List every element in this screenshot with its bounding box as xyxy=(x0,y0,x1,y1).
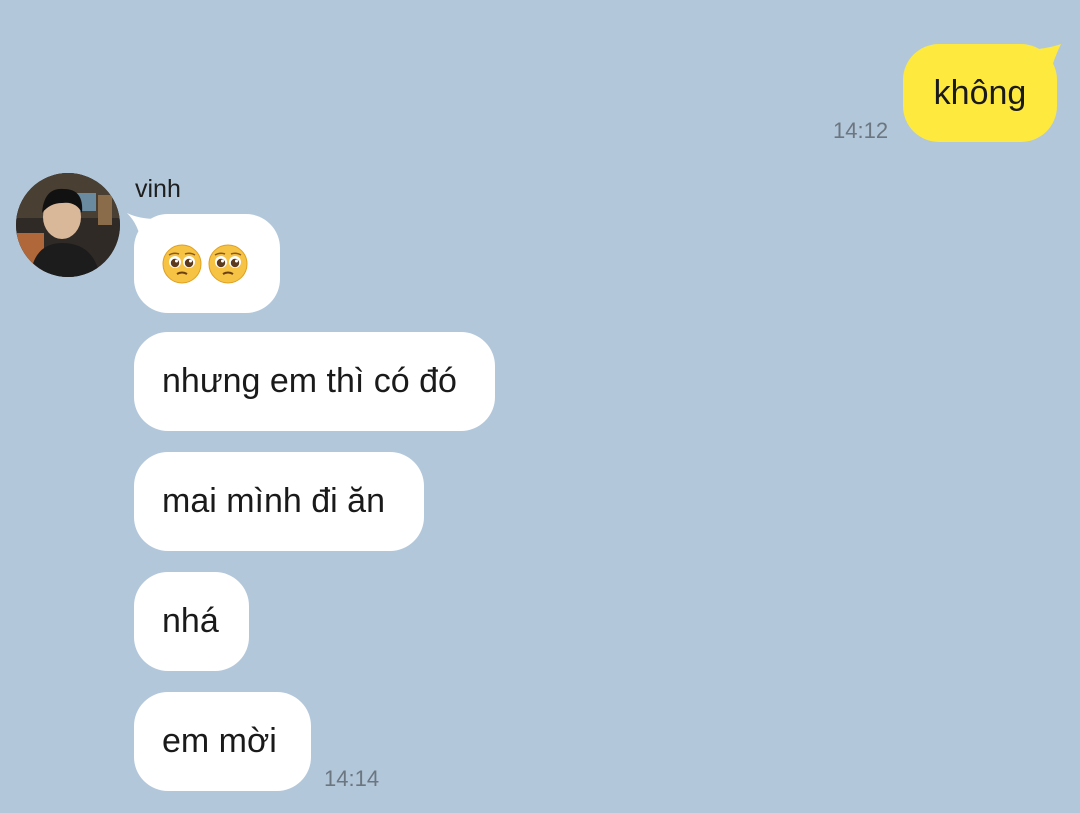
received-message-text: em mời xyxy=(162,722,277,760)
received-message-text: nhá xyxy=(162,602,219,640)
sent-message-bubble[interactable]: không xyxy=(903,44,1057,142)
pleading-face-icon xyxy=(162,244,202,283)
user-avatar-photo xyxy=(16,173,120,277)
received-message-bubble[interactable]: em mời xyxy=(134,692,311,791)
pleading-face-icon xyxy=(208,244,248,283)
sender-name: vinh xyxy=(135,175,181,203)
received-message-text: nhưng em thì có đó xyxy=(162,362,457,400)
sender-avatar[interactable] xyxy=(16,173,120,277)
received-message-text: mai mình đi ăn xyxy=(162,482,385,520)
received-message-bubble[interactable] xyxy=(134,214,280,313)
sent-message-text: không xyxy=(933,73,1027,112)
chat-view: không 14:12 vinh nhưng em thì có đó mai … xyxy=(0,0,1080,813)
received-message-time: 14:14 xyxy=(324,766,380,791)
received-message-bubble[interactable]: nhưng em thì có đó xyxy=(134,332,495,431)
received-message-bubble[interactable]: mai mình đi ăn xyxy=(134,452,424,551)
received-message-bubble[interactable]: nhá xyxy=(134,572,249,671)
sent-message-time: 14:12 xyxy=(833,118,889,143)
emoji-group xyxy=(162,244,248,284)
